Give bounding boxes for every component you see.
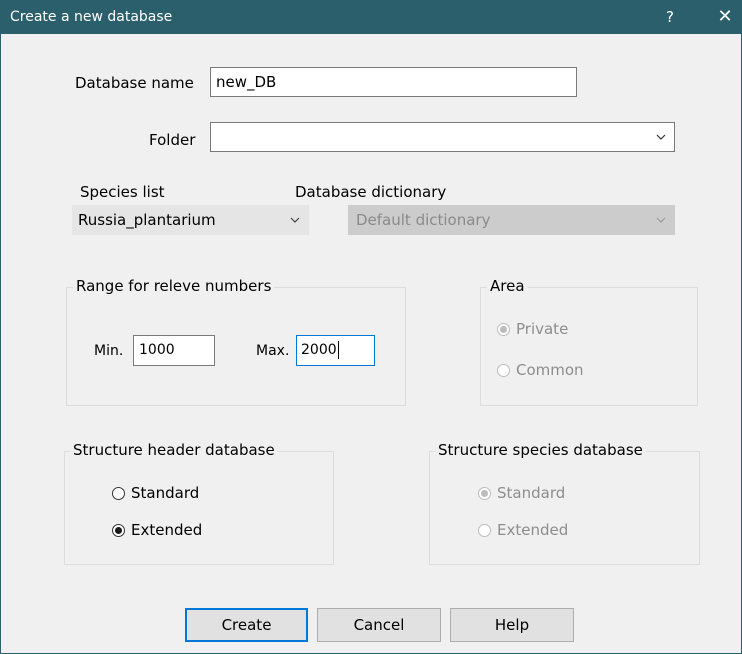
chevron-down-icon xyxy=(656,217,666,223)
title-bar[interactable]: Create a new database ? ✕ xyxy=(1,0,742,34)
database-name-label: Database name xyxy=(75,74,194,92)
area-group-title: Area xyxy=(487,277,528,295)
structure-species-title: Structure species database xyxy=(435,441,646,459)
min-input[interactable]: 1000 xyxy=(133,335,215,366)
max-label: Max. xyxy=(256,343,290,359)
create-database-dialog: Create a new database ? ✕ Database name … xyxy=(0,0,742,654)
create-button[interactable]: Create xyxy=(185,608,308,642)
species-extended-label: Extended xyxy=(497,521,569,539)
area-group: Area xyxy=(480,277,698,406)
species-extended-radio: Extended xyxy=(478,521,568,539)
window-title: Create a new database xyxy=(10,9,173,25)
cancel-button[interactable]: Cancel xyxy=(317,608,441,642)
radio-unchecked-icon xyxy=(478,523,491,537)
radio-checked-icon xyxy=(112,523,125,537)
database-dictionary-label: Database dictionary xyxy=(295,183,447,201)
range-group-title: Range for releve numbers xyxy=(73,277,275,295)
header-standard-label: Standard xyxy=(131,484,200,502)
header-extended-label: Extended xyxy=(131,521,203,539)
area-common-radio: Common xyxy=(497,361,584,379)
header-standard-radio[interactable]: Standard xyxy=(112,484,199,502)
max-input[interactable]: 2000 xyxy=(296,335,375,366)
area-common-label: Common xyxy=(516,361,584,379)
area-private-label: Private xyxy=(516,320,569,338)
database-name-input[interactable]: new_DB xyxy=(210,67,577,97)
species-standard-label: Standard xyxy=(497,484,566,502)
chevron-down-icon xyxy=(290,217,300,223)
help-icon[interactable]: ? xyxy=(647,0,693,34)
database-dictionary-select: Default dictionary xyxy=(348,205,675,235)
species-standard-radio: Standard xyxy=(478,484,565,502)
min-label: Min. xyxy=(94,343,124,359)
max-value: 2000 xyxy=(301,342,337,358)
folder-label: Folder xyxy=(149,131,196,149)
structure-header-title: Structure header database xyxy=(70,441,278,459)
text-caret xyxy=(337,341,339,359)
folder-select[interactable] xyxy=(210,122,675,152)
area-private-radio: Private xyxy=(497,320,568,338)
species-list-select[interactable]: Russia_plantarium xyxy=(72,205,309,235)
species-list-label: Species list xyxy=(80,183,165,201)
species-list-value: Russia_plantarium xyxy=(78,211,216,229)
database-dictionary-value: Default dictionary xyxy=(356,211,491,229)
help-button[interactable]: Help xyxy=(450,608,574,642)
radio-unchecked-icon xyxy=(112,486,125,500)
chevron-down-icon xyxy=(656,134,666,140)
radio-checked-icon xyxy=(497,322,510,336)
structure-species-group: Structure species database xyxy=(429,441,700,565)
radio-unchecked-icon xyxy=(497,363,510,377)
structure-header-group: Structure header database xyxy=(64,441,334,565)
radio-checked-icon xyxy=(478,486,491,500)
close-icon[interactable]: ✕ xyxy=(702,0,742,34)
header-extended-radio[interactable]: Extended xyxy=(112,521,202,539)
